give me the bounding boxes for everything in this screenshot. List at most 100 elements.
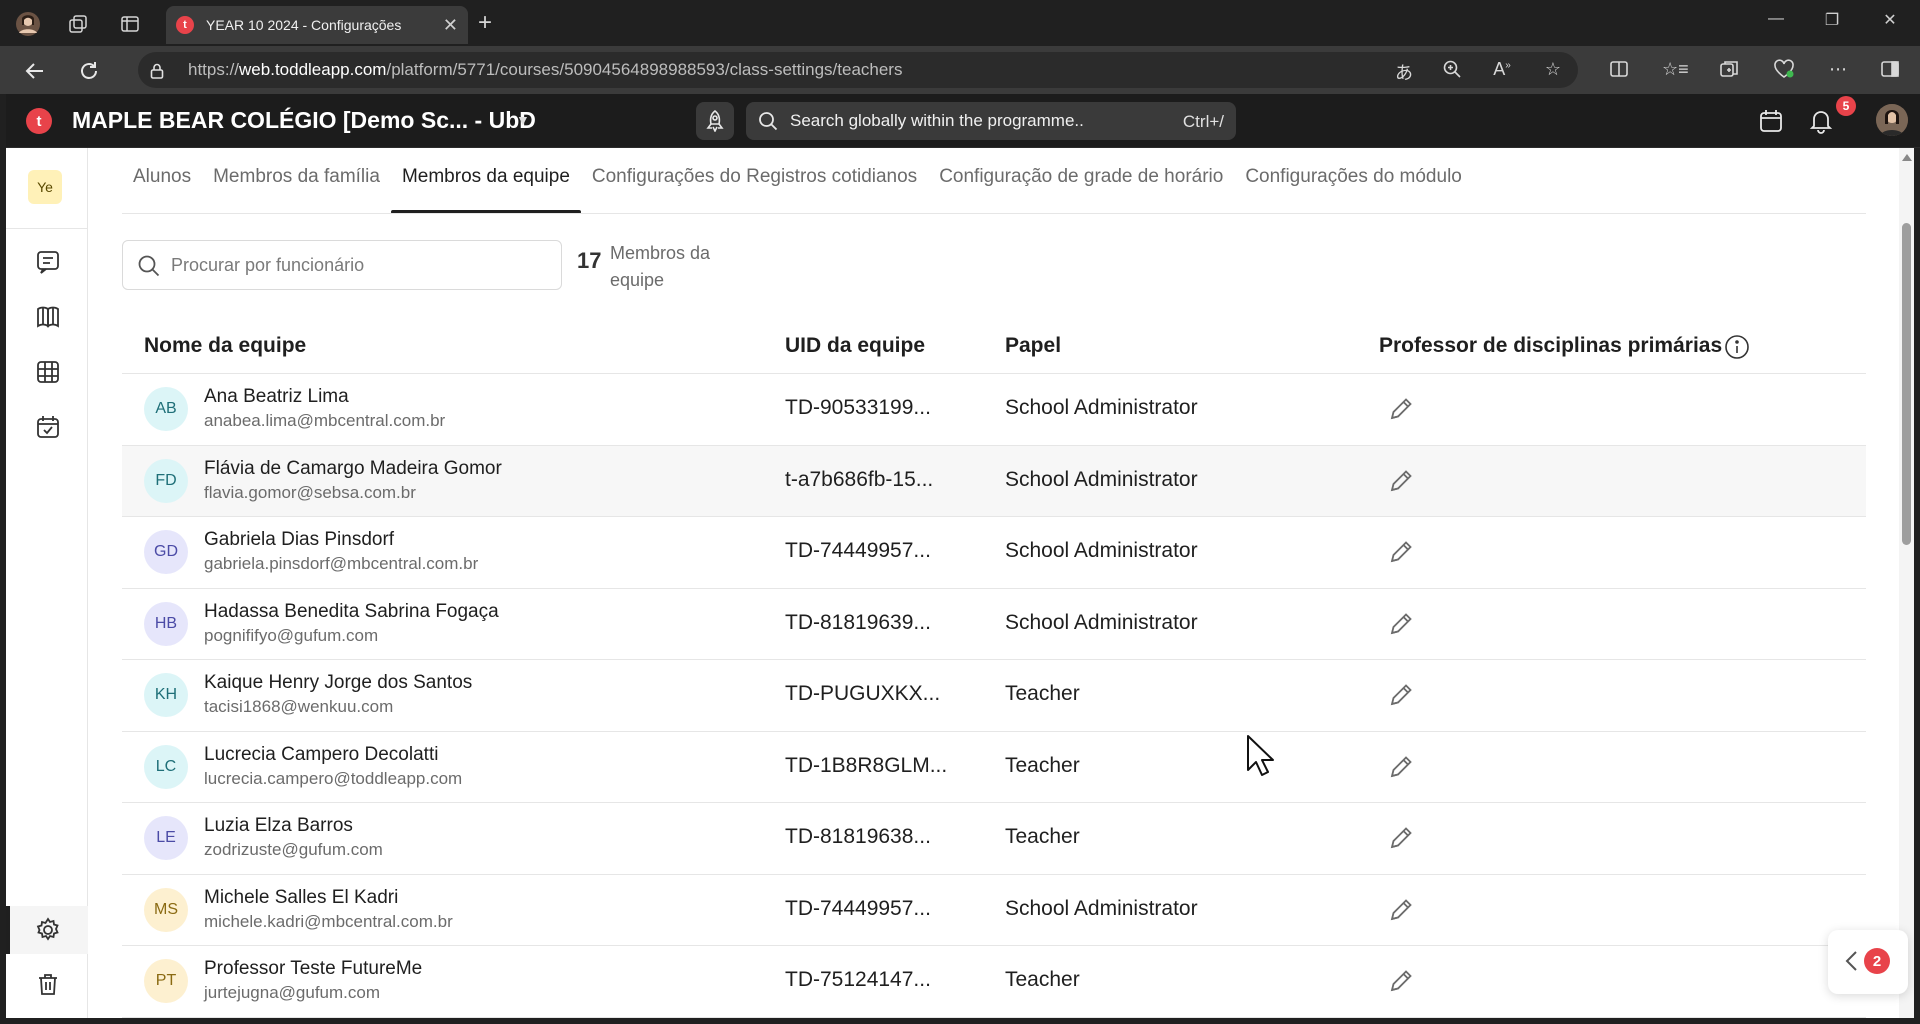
rocket-icon[interactable]	[696, 102, 734, 140]
grid-icon[interactable]	[34, 358, 62, 386]
split-screen-icon[interactable]	[1607, 59, 1631, 84]
edit-pencil-icon[interactable]	[1386, 966, 1416, 996]
message-icon[interactable]	[34, 248, 62, 276]
staff-role: School Administrator	[1005, 896, 1198, 920]
close-tab-icon[interactable]: ✕	[443, 15, 458, 36]
edit-pencil-icon[interactable]	[1386, 895, 1416, 925]
staff-uid: TD-81819638...	[785, 825, 931, 848]
staff-uid: TD-74449957...	[785, 539, 931, 562]
tab-grade-horario[interactable]: Configuração de grade de horário	[928, 158, 1234, 214]
staff-uid: TD-74449957...	[785, 896, 931, 920]
vertical-scrollbar[interactable]	[1899, 148, 1914, 1018]
lock-icon[interactable]	[150, 63, 164, 79]
restore-icon[interactable]: ❐	[1812, 10, 1852, 30]
edit-pencil-icon[interactable]	[1386, 394, 1416, 424]
read-aloud-icon[interactable]: A»	[1490, 59, 1514, 80]
global-search-input[interactable]: Search globally within the programme.. C…	[746, 102, 1236, 140]
calendar-icon[interactable]	[1758, 108, 1786, 136]
page-content: Ye Alunos Membros da família Membros da …	[6, 148, 1914, 1018]
zoom-icon[interactable]	[1440, 59, 1464, 84]
table-row[interactable]: AB Ana Beatriz Lima anabea.lima@mbcentral.…	[122, 374, 1866, 446]
new-tab-icon[interactable]: +	[478, 10, 492, 36]
staff-uid: TD-1B8R8GLM...	[785, 753, 948, 777]
staff-search-input[interactable]	[171, 254, 541, 276]
tab-membros-familia[interactable]: Membros da família	[202, 158, 391, 214]
edit-pencil-icon[interactable]	[1386, 823, 1416, 853]
tab-registros-cotidianos[interactable]: Configurações do Registros cotidianos	[581, 158, 928, 214]
staff-role: Teacher	[1005, 753, 1080, 777]
table-row[interactable]: FD Flávia de Camargo Madeira Gomor flavia.…	[122, 445, 1866, 517]
sidebar-toggle-icon[interactable]	[1878, 59, 1902, 84]
favorite-star-icon[interactable]: ☆	[1541, 59, 1565, 80]
table-row[interactable]: KH Kaique Henry Jorge dos Santos tacisi186…	[122, 660, 1866, 732]
workspaces-icon[interactable]	[62, 8, 94, 40]
staff-uid: t-a7b686fb-15...	[785, 467, 934, 491]
edit-pencil-icon[interactable]	[1386, 752, 1416, 782]
staff-search-field[interactable]	[122, 240, 562, 290]
vertical-tabs-icon[interactable]	[114, 8, 146, 40]
staff-name: Ana Beatriz Lima	[204, 386, 349, 407]
tab-membros-equipe[interactable]: Membros da equipe	[390, 158, 581, 214]
table-row[interactable]: LE Luzia Elza Barros zodrizuste@gufum.com T…	[122, 803, 1866, 875]
school-name[interactable]: MAPLE BEAR COLÉGIO [Demo Sc... - UbD	[72, 107, 536, 134]
floating-help-widget[interactable]: 2	[1828, 930, 1908, 994]
edit-pencil-icon[interactable]	[1386, 609, 1416, 639]
more-options-icon[interactable]: ⋯	[1826, 59, 1850, 80]
translate-icon[interactable]: あ	[1392, 59, 1416, 85]
global-search-placeholder: Search globally within the programme..	[790, 111, 1084, 130]
staff-name: Hadassa Benedita Sabrina Fogaça	[204, 600, 499, 622]
avatar: FD	[144, 458, 188, 503]
rail-divider	[6, 228, 88, 229]
toddle-logo-icon[interactable]: t	[26, 108, 52, 134]
favorites-list-icon[interactable]: ☆≡	[1662, 59, 1689, 80]
info-icon[interactable]	[1724, 334, 1750, 360]
staff-role: School Administrator	[1005, 539, 1198, 562]
settings-icon[interactable]	[34, 916, 62, 944]
address-bar: https://web.toddleapp.com/platform/5771/…	[0, 46, 1920, 94]
member-count-label: Membros da equipe	[610, 243, 711, 290]
user-avatar[interactable]	[1876, 104, 1908, 136]
back-icon[interactable]	[20, 56, 50, 86]
avatar: MS	[144, 887, 188, 932]
table-row[interactable]: LC Lucrecia Campero Decolatti lucrecia.cam…	[122, 732, 1866, 803]
title-bar: t YEAR 10 2024 - Configurações ✕ + — ❐ ✕	[0, 0, 1920, 46]
close-window-icon[interactable]: ✕	[1870, 10, 1910, 30]
url-field[interactable]: https://web.toddleapp.com/platform/5771/…	[138, 52, 1578, 88]
table-row[interactable]: MS Michele Salles El Kadri michele.kadri@m…	[122, 875, 1866, 946]
staff-email: jurtejugna@gufum.com	[204, 983, 381, 1002]
chevron-down-icon[interactable]: ▼	[516, 112, 530, 128]
notification-bell-icon[interactable]	[1808, 108, 1836, 136]
staff-role: School Administrator	[1005, 610, 1198, 634]
edit-pencil-icon[interactable]	[1386, 537, 1416, 567]
toddle-favicon-icon: t	[176, 16, 194, 34]
staff-email: anabea.lima@mbcentral.com.br	[204, 411, 446, 430]
staff-email: zodrizuste@gufum.com	[204, 840, 383, 859]
avatar: LC	[144, 744, 188, 789]
table-row[interactable]: PT Professor Teste FutureMe jurtejugna@guf…	[122, 946, 1866, 1018]
scroll-up-icon[interactable]	[1902, 154, 1912, 161]
url-text: https://web.toddleapp.com/platform/5771/…	[188, 60, 903, 79]
table-header: Nome da equipe UID da equipe Papel Profe…	[122, 316, 1866, 374]
profile-avatar-icon[interactable]	[12, 8, 44, 40]
calendar-check-icon[interactable]	[34, 413, 62, 441]
edit-pencil-icon[interactable]	[1386, 466, 1416, 496]
column-header-uid: UID da equipe	[785, 334, 926, 357]
reload-icon[interactable]	[74, 56, 104, 86]
tab-title: YEAR 10 2024 - Configurações	[206, 17, 402, 33]
tab-alunos[interactable]: Alunos	[122, 158, 202, 214]
browser-essentials-icon[interactable]	[1772, 59, 1796, 84]
collections-icon[interactable]	[1717, 59, 1741, 84]
book-icon[interactable]	[34, 303, 62, 331]
minimize-icon[interactable]: —	[1756, 10, 1796, 28]
tab-configuracoes-modulo[interactable]: Configurações do módulo	[1234, 158, 1473, 214]
edit-pencil-icon[interactable]	[1386, 680, 1416, 710]
staff-name: Flávia de Camargo Madeira Gomor	[204, 457, 502, 479]
scrollbar-thumb[interactable]	[1902, 223, 1911, 545]
avatar: PT	[144, 959, 188, 1003]
browser-tab-active[interactable]: t YEAR 10 2024 - Configurações ✕	[166, 6, 468, 44]
table-row[interactable]: HB Hadassa Benedita Sabrina Fogaça pognifi…	[122, 589, 1866, 660]
table-row[interactable]: GD Gabriela Dias Pinsdorf gabriela.pinsdor…	[122, 517, 1866, 589]
course-badge[interactable]: Ye	[28, 170, 62, 204]
trash-icon[interactable]	[34, 970, 62, 998]
staff-name: Luzia Elza Barros	[204, 815, 353, 836]
